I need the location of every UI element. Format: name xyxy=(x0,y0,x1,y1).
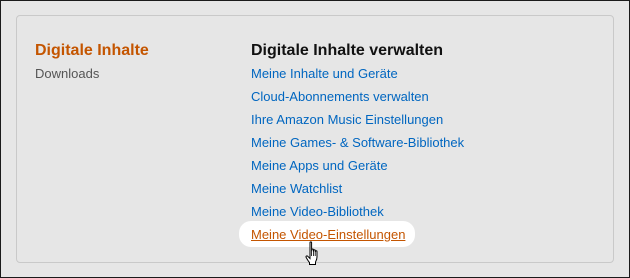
link-my-content-and-devices[interactable]: Meine Inhalte und Geräte xyxy=(251,66,464,89)
section-subtitle: Downloads xyxy=(35,66,100,81)
section-title: Digitale Inhalte xyxy=(35,42,149,59)
link-video-settings[interactable]: Meine Video-Einstellungen xyxy=(239,221,464,250)
right-column: Digitale Inhalte verwalten Meine Inhalte… xyxy=(239,41,464,250)
digital-content-card: Digitale Inhalte Downloads Digitale Inha… xyxy=(16,15,614,263)
link-list: Meine Inhalte und Geräte Cloud-Abonnemen… xyxy=(239,66,464,250)
link-watchlist[interactable]: Meine Watchlist xyxy=(251,181,464,204)
link-cloud-subscriptions[interactable]: Cloud-Abonnements verwalten xyxy=(251,89,464,112)
left-column: Digitale Inhalte Downloads xyxy=(35,41,149,82)
link-apps-and-devices[interactable]: Meine Apps und Geräte xyxy=(251,158,464,181)
manage-heading: Digitale Inhalte verwalten xyxy=(251,42,444,59)
hand-pointer-icon xyxy=(305,241,318,265)
link-games-software-library[interactable]: Meine Games- & Software-Bibliothek xyxy=(251,135,464,158)
link-amazon-music-settings[interactable]: Ihre Amazon Music Einstellungen xyxy=(251,112,464,135)
